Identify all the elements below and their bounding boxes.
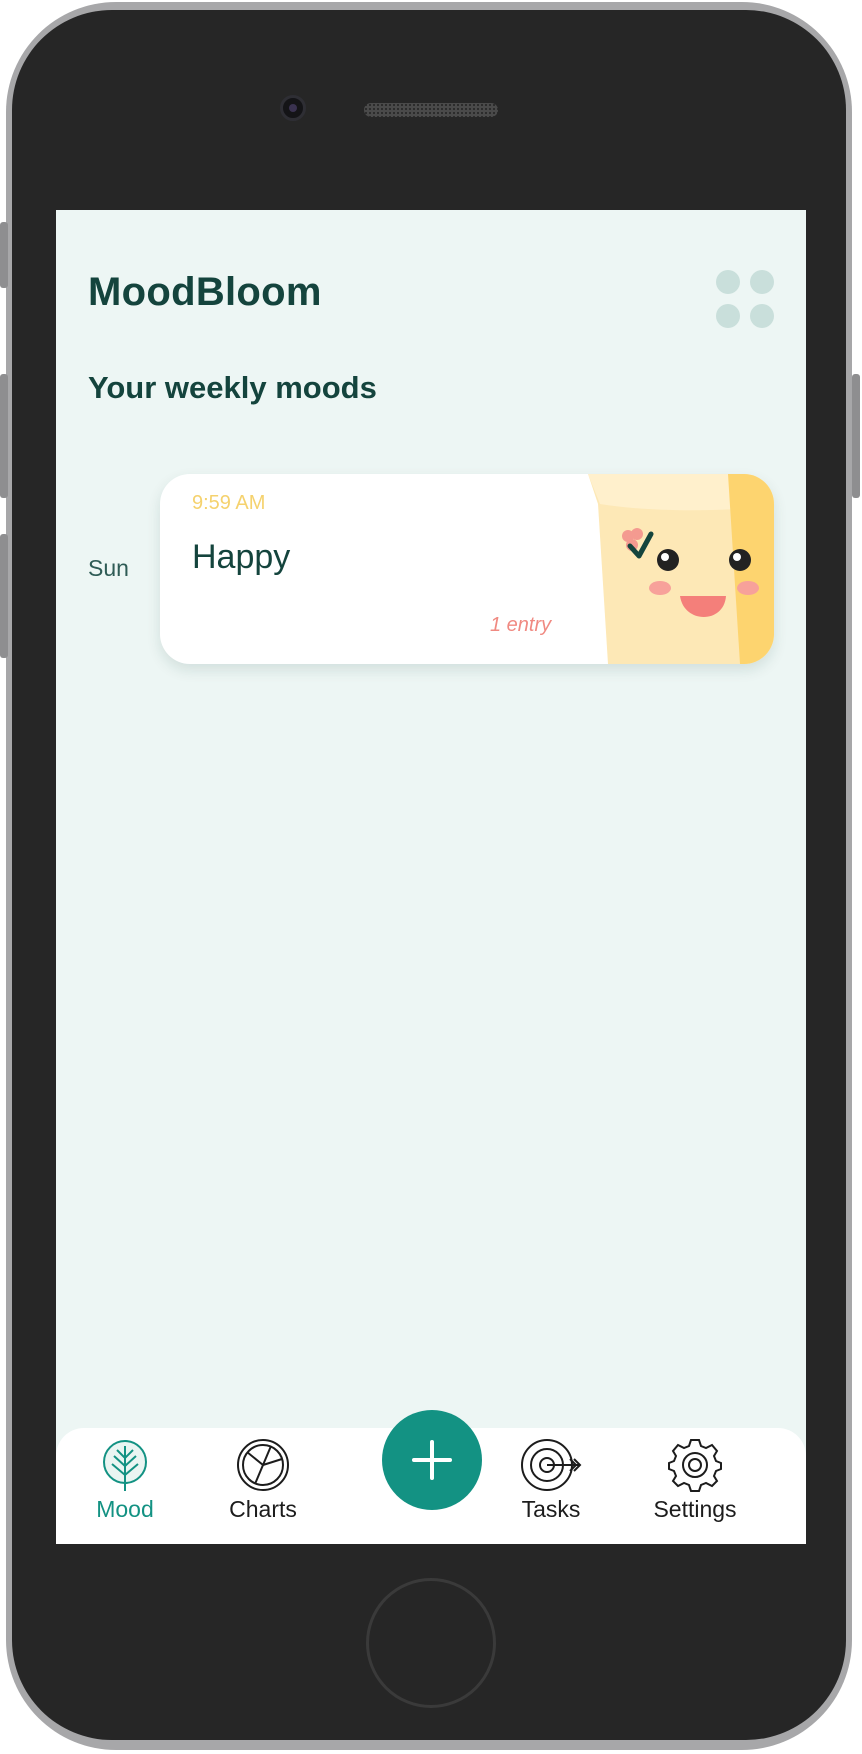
- tab-settings-label: Settings: [653, 1496, 737, 1522]
- mood-name: Happy: [192, 538, 291, 576]
- entry-count: 1 entry: [490, 614, 552, 636]
- target-icon: [521, 1439, 582, 1491]
- tab-tasks[interactable]: Tasks: [486, 1438, 616, 1538]
- tab-charts[interactable]: Charts: [198, 1438, 328, 1538]
- tab-settings[interactable]: Settings: [630, 1438, 760, 1538]
- happy-face-illustration: [588, 474, 774, 664]
- mood-entry-card[interactable]: 9:59 AM Happy 1 entry: [160, 474, 774, 664]
- section-title: Your weekly moods: [88, 370, 377, 405]
- plus-icon: [412, 1440, 452, 1480]
- app-title: MoodBloom: [88, 270, 322, 314]
- day-label: Sun: [88, 555, 129, 581]
- volume-up-button: [0, 374, 8, 498]
- tab-mood[interactable]: Mood: [60, 1438, 190, 1538]
- leaf-icon: [103, 1440, 147, 1491]
- volume-down-button: [0, 534, 8, 658]
- add-entry-button[interactable]: [382, 1410, 482, 1510]
- power-button: [852, 374, 860, 498]
- tab-charts-label: Charts: [229, 1496, 297, 1522]
- entry-time: 9:59 AM: [192, 492, 266, 514]
- tab-mood-label: Mood: [96, 1496, 154, 1522]
- grid-dots-icon[interactable]: [716, 270, 774, 328]
- earpiece-speaker: [364, 103, 498, 117]
- gear-icon: [668, 1439, 722, 1492]
- home-button[interactable]: [366, 1578, 496, 1708]
- pie-chart-icon: [237, 1439, 289, 1491]
- tab-tasks-label: Tasks: [521, 1496, 581, 1522]
- mute-switch: [0, 222, 8, 288]
- front-camera: [280, 95, 306, 121]
- app-screen: MoodBloom Your weekly moods Sun 9:59 AM …: [56, 210, 806, 1544]
